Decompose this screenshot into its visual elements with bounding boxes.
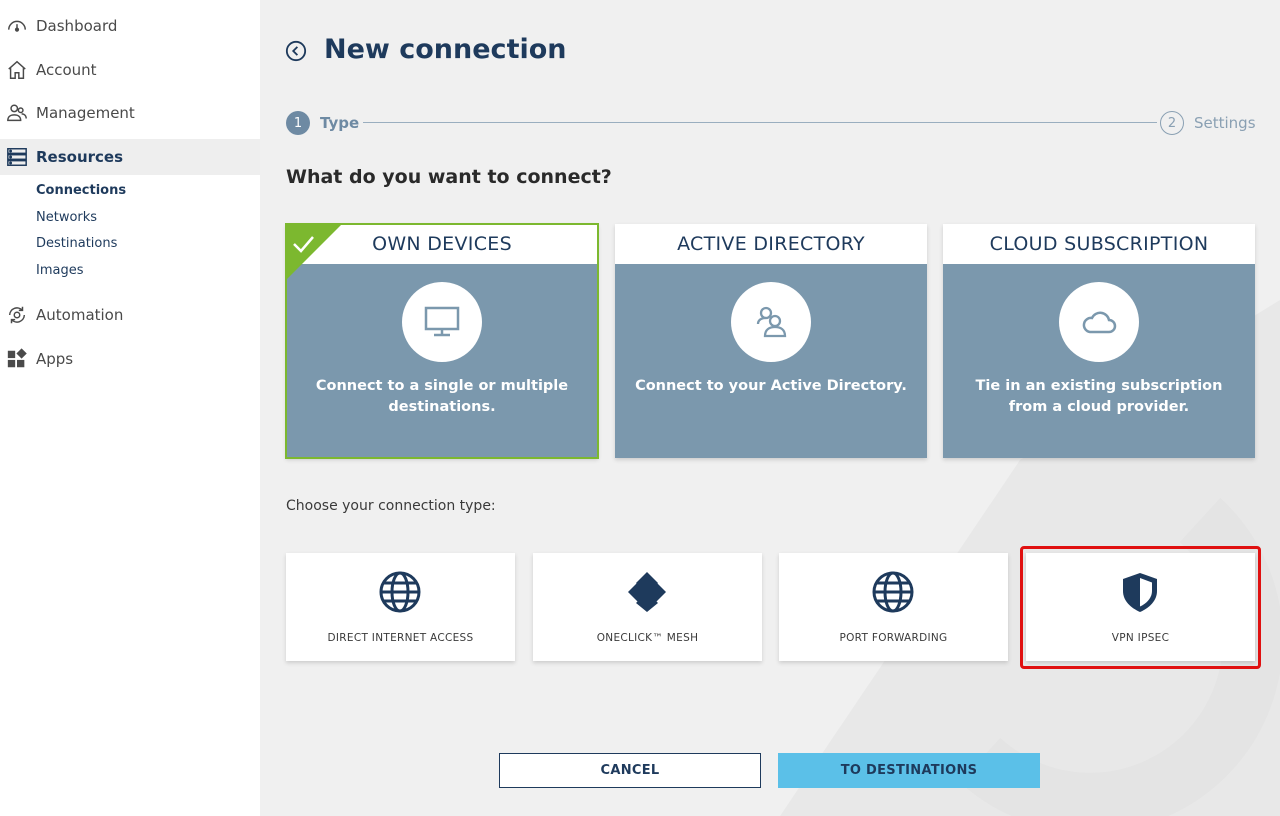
sidebar-item-label: Apps <box>36 350 74 368</box>
card-description: Connect to a single or multiple destinat… <box>315 378 569 415</box>
sidebar-item-label: Account <box>36 61 97 79</box>
step-2-number: 2 <box>1160 111 1184 135</box>
card-description: Tie in an existing subscription from a c… <box>975 378 1223 415</box>
cancel-button[interactable]: CANCEL <box>499 753 761 788</box>
step-1-number: 1 <box>286 111 310 135</box>
card-description: Connect to your Active Directory. <box>635 378 907 394</box>
connection-type-label: Choose your connection type: <box>286 498 496 514</box>
card-active-directory[interactable]: ACTIVE DIRECTORY Connect to your Active … <box>615 224 927 458</box>
sidebar-subitem-connections[interactable]: Connections <box>36 183 126 198</box>
server-icon <box>6 146 28 168</box>
card-title: CLOUD SUBSCRIPTION <box>943 224 1255 264</box>
sidebar-item-dashboard[interactable]: Dashboard <box>0 8 260 44</box>
sidebar-subitem-destinations[interactable]: Destinations <box>36 236 117 251</box>
tile-label: DIRECT INTERNET ACCESS <box>327 632 474 644</box>
to-destinations-button[interactable]: TO DESTINATIONS <box>778 753 1040 788</box>
section-question: What do you want to connect? <box>286 166 612 188</box>
gauge-icon <box>6 15 28 37</box>
globe-icon <box>871 570 915 614</box>
apps-icon <box>6 348 28 370</box>
step-progress-line <box>363 122 1157 123</box>
card-cloud-subscription[interactable]: CLOUD SUBSCRIPTION Tie in an existing su… <box>943 224 1255 458</box>
main-content: New connection 1 Type 2 Settings What do… <box>260 0 1280 816</box>
monitor-icon <box>402 282 482 362</box>
sidebar-item-label: Resources <box>36 148 124 166</box>
selected-check-icon <box>286 224 342 280</box>
tile-port-forwarding[interactable]: PORT FORWARDING <box>779 553 1008 661</box>
sidebar-subitem-images[interactable]: Images <box>36 263 84 278</box>
automation-icon <box>6 304 28 326</box>
home-icon <box>6 59 28 81</box>
sidebar-item-resources[interactable]: Resources <box>0 139 260 175</box>
sidebar: Dashboard Account Management Resources C… <box>0 0 260 816</box>
cloud-icon <box>1059 282 1139 362</box>
mesh-icon <box>625 570 669 614</box>
tile-direct-internet-access[interactable]: DIRECT INTERNET ACCESS <box>286 553 515 661</box>
tile-vpn-ipsec[interactable]: VPN IPSEC <box>1026 553 1255 661</box>
step-2-label: Settings <box>1194 114 1256 132</box>
card-own-devices[interactable]: OWN DEVICES Connect to a single or multi… <box>285 223 599 459</box>
sidebar-item-account[interactable]: Account <box>0 52 260 88</box>
sidebar-item-management[interactable]: Management <box>0 95 260 131</box>
card-title: ACTIVE DIRECTORY <box>615 224 927 264</box>
step-1-label: Type <box>320 114 360 132</box>
sidebar-item-label: Automation <box>36 306 124 324</box>
page-title: New connection <box>324 34 567 65</box>
sidebar-item-automation[interactable]: Automation <box>0 297 260 333</box>
tile-label: VPN IPSEC <box>1111 632 1170 644</box>
sidebar-item-apps[interactable]: Apps <box>0 341 260 377</box>
tile-label: ONECLICK™ MESH <box>596 632 699 644</box>
users-icon <box>731 282 811 362</box>
users-icon <box>6 102 28 124</box>
sidebar-item-label: Management <box>36 104 135 122</box>
sidebar-item-label: Dashboard <box>36 17 118 35</box>
sidebar-subitem-networks[interactable]: Networks <box>36 210 97 225</box>
globe-icon <box>378 570 422 614</box>
shield-icon <box>1118 570 1162 614</box>
back-button[interactable] <box>285 40 307 62</box>
tile-oneclick-mesh[interactable]: ONECLICK™ MESH <box>533 553 762 661</box>
tile-label: PORT FORWARDING <box>839 632 948 644</box>
